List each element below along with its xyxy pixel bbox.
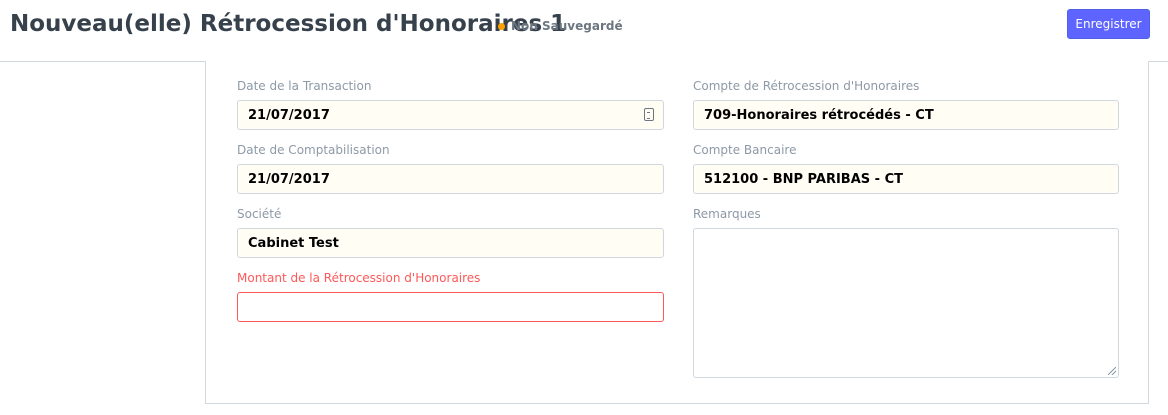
bank-account-value: 512100 - BNP PARIBAS - CT: [704, 171, 903, 187]
company-value: Cabinet Test: [248, 235, 339, 251]
company-field[interactable]: Cabinet Test: [237, 228, 664, 258]
transaction-date-label: Date de la Transaction: [237, 79, 372, 93]
status-dot-icon: [498, 22, 505, 30]
bank-account-label: Compte Bancaire: [693, 143, 797, 157]
save-button[interactable]: Enregistrer: [1067, 9, 1150, 39]
form-panel: Date de la Transaction 21/07/2017 Date d…: [205, 61, 1149, 404]
amount-label: Montant de la Rétrocession d'Honoraires: [237, 271, 481, 285]
transaction-date-field[interactable]: 21/07/2017: [237, 100, 664, 130]
posting-date-value: 21/07/2017: [248, 171, 330, 187]
amount-field[interactable]: [237, 292, 664, 322]
status-indicator: Non Sauvegardé: [498, 19, 623, 33]
bank-account-field[interactable]: 512100 - BNP PARIBAS - CT: [693, 164, 1119, 194]
page-title: Nouveau(elle) Rétrocession d'Honoraires …: [10, 11, 567, 37]
posting-date-label: Date de Comptabilisation: [237, 143, 390, 157]
resize-grip-icon[interactable]: [1108, 367, 1116, 375]
calendar-icon[interactable]: [644, 108, 654, 121]
transaction-date-value: 21/07/2017: [248, 107, 330, 123]
fee-account-label: Compte de Rétrocession d'Honoraires: [693, 79, 920, 93]
remarks-textarea[interactable]: [693, 228, 1119, 378]
status-text: Non Sauvegardé: [511, 19, 623, 33]
fee-account-field[interactable]: 709-Honoraires rétrocédés - CT: [693, 100, 1119, 130]
remarks-label: Remarques: [693, 207, 761, 221]
company-label: Société: [237, 207, 282, 221]
posting-date-field[interactable]: 21/07/2017: [237, 164, 664, 194]
page-header: Nouveau(elle) Rétrocession d'Honoraires …: [0, 0, 1168, 62]
fee-account-value: 709-Honoraires rétrocédés - CT: [704, 107, 934, 123]
